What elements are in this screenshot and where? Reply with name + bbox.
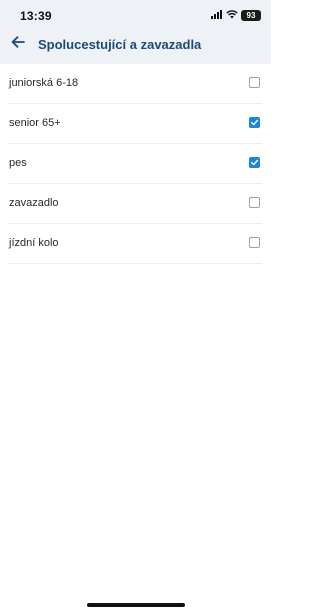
page-title: Spolucestující a zavazadla xyxy=(38,37,202,52)
status-icons: 93 xyxy=(211,9,261,21)
option-label: zavazadlo xyxy=(9,197,59,209)
checkbox[interactable] xyxy=(249,117,260,128)
checkmark-icon xyxy=(251,159,259,166)
arrow-left-icon xyxy=(11,35,25,53)
battery-icon: 93 xyxy=(241,9,261,21)
checkbox[interactable] xyxy=(249,237,260,248)
checkbox[interactable] xyxy=(249,197,260,208)
checkbox[interactable] xyxy=(249,77,260,88)
home-indicator xyxy=(87,603,185,607)
option-bicycle[interactable]: jízdní kolo xyxy=(9,224,262,264)
status-time: 13:39 xyxy=(20,9,52,23)
option-dog[interactable]: pes xyxy=(9,144,262,184)
option-senior[interactable]: senior 65+ xyxy=(9,104,262,144)
option-label: senior 65+ xyxy=(9,117,61,129)
option-label: jízdní kolo xyxy=(9,237,59,249)
checkbox[interactable] xyxy=(249,157,260,168)
back-button[interactable] xyxy=(8,34,28,54)
signal-icon xyxy=(211,6,223,24)
option-junior[interactable]: juniorská 6-18 xyxy=(9,64,262,104)
checkmark-icon xyxy=(251,119,259,126)
companion-option-list: juniorská 6-18 senior 65+ pes zavazadlo … xyxy=(0,64,271,264)
status-bar: 13:39 93 xyxy=(0,0,271,28)
option-luggage[interactable]: zavazadlo xyxy=(9,184,262,224)
app-bar: Spolucestující a zavazadla xyxy=(0,28,271,64)
option-label: pes xyxy=(9,157,27,169)
wifi-icon xyxy=(226,6,238,24)
option-label: juniorská 6-18 xyxy=(9,77,79,89)
